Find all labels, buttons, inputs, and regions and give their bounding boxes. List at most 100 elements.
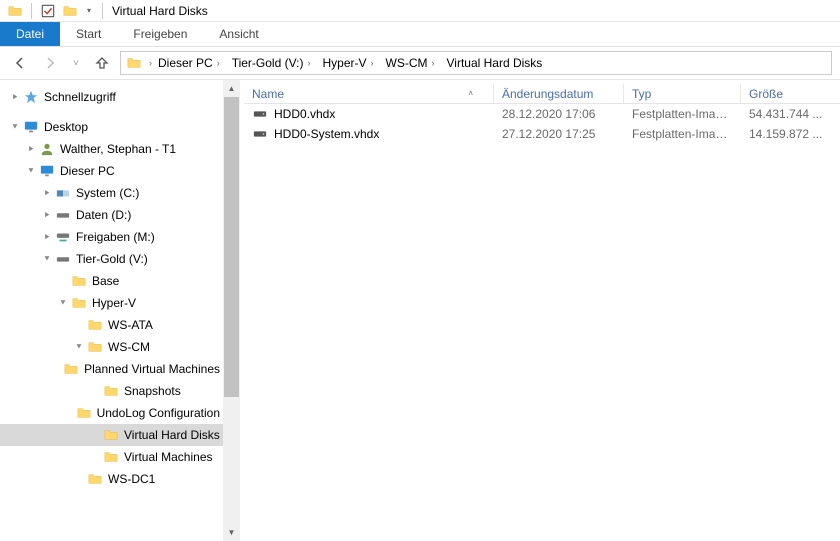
expander-icon[interactable]: ⯆ (40, 252, 54, 266)
user-icon (39, 141, 55, 157)
column-name[interactable]: Name ˄ (244, 84, 494, 103)
tree-folder-base[interactable]: ⯈ Base (0, 270, 240, 292)
tree-label: Virtual Machines (124, 450, 213, 464)
expander-icon[interactable]: ⯈ (40, 230, 54, 244)
tree-folder-undolog[interactable]: ⯈ UndoLog Configuration (0, 402, 240, 424)
crumb-label: WS-CM (386, 56, 428, 70)
list-pane: Name ˄ Änderungsdatum Typ Größe HDD0.vhd… (240, 80, 840, 541)
tab-start[interactable]: Start (60, 22, 117, 46)
crumb-vhd[interactable]: Virtual Hard Disks (443, 52, 549, 74)
chevron-right-icon[interactable]: › (428, 58, 437, 68)
crumb-drive[interactable]: Tier-Gold (V:)› (228, 52, 319, 74)
file-row[interactable]: HDD0.vhdx 28.12.2020 17:06 Festplatten-I… (244, 104, 840, 124)
column-type[interactable]: Typ (624, 84, 741, 103)
tree-folder-wsdc1[interactable]: ⯈ WS-DC1 (0, 468, 240, 490)
qat-dropdown-icon[interactable]: ▾ (84, 3, 94, 19)
expander-icon[interactable]: ⯆ (24, 164, 38, 178)
separator (102, 3, 103, 19)
folder-icon (87, 317, 103, 333)
expander-icon[interactable]: ⯆ (56, 296, 70, 310)
qat-properties-icon[interactable] (40, 3, 56, 19)
tree-folder-hyperv[interactable]: ⯆ Hyper-V (0, 292, 240, 314)
crumb-hyperv[interactable]: Hyper-V› (318, 52, 381, 74)
folder-icon (87, 471, 103, 487)
chevron-right-icon[interactable]: › (367, 58, 376, 68)
sort-asc-icon: ˄ (468, 89, 473, 98)
crumb-label: Virtual Hard Disks (447, 56, 543, 70)
scroll-track[interactable] (223, 97, 240, 524)
tree-label: Dieser PC (60, 164, 115, 178)
tree-label: Daten (D:) (76, 208, 131, 222)
list-header: Name ˄ Änderungsdatum Typ Größe (244, 80, 840, 104)
address-bar[interactable]: › Dieser PC› Tier-Gold (V:)› Hyper-V› WS… (120, 51, 832, 75)
tree-folder-planned[interactable]: ⯈ Planned Virtual Machines (0, 358, 240, 380)
tree-user[interactable]: ⯈ Walther, Stephan - T1 (0, 138, 240, 160)
tree-folder-wscm[interactable]: ⯆ WS-CM (0, 336, 240, 358)
crumb-label: Hyper-V (322, 56, 366, 70)
chevron-right-icon[interactable]: › (145, 58, 154, 68)
folder-icon (63, 361, 79, 377)
crumb-wscm[interactable]: WS-CM› (382, 52, 443, 74)
folder-icon (71, 295, 87, 311)
drive-icon (55, 185, 71, 201)
scroll-thumb[interactable] (224, 97, 239, 397)
network-drive-icon (55, 229, 71, 245)
expander-icon[interactable]: ⯈ (40, 186, 54, 200)
expander-icon[interactable]: ⯈ (24, 142, 38, 156)
vhdx-icon (252, 126, 268, 142)
file-date: 28.12.2020 17:06 (494, 107, 624, 121)
tree-thispc[interactable]: ⯆ Dieser PC (0, 160, 240, 182)
monitor-icon (23, 119, 39, 135)
star-icon (23, 89, 39, 105)
tree-drive-system[interactable]: ⯈ System (C:) (0, 182, 240, 204)
tab-share[interactable]: Freigeben (117, 22, 203, 46)
column-size[interactable]: Größe (741, 84, 840, 103)
column-label: Größe (749, 87, 783, 101)
separator (31, 3, 32, 19)
tree-label: UndoLog Configuration (97, 406, 220, 420)
crumb-label: Dieser PC (158, 56, 213, 70)
folder-icon (76, 405, 92, 421)
scroll-down-icon[interactable]: ▼ (223, 524, 240, 541)
tree-drive-daten[interactable]: ⯈ Daten (D:) (0, 204, 240, 226)
tree-label: Base (92, 274, 119, 288)
file-type: Festplatten-Image... (624, 127, 741, 141)
tab-file[interactable]: Datei (0, 22, 60, 46)
tree-desktop[interactable]: ⯆ Desktop (0, 116, 240, 138)
forward-button[interactable] (38, 51, 62, 75)
back-button[interactable] (8, 51, 32, 75)
recent-locations-dropdown[interactable]: ˅ (68, 51, 84, 75)
file-date: 27.12.2020 17:25 (494, 127, 624, 141)
navpane-scrollbar[interactable]: ▲ ▼ (223, 80, 240, 541)
crumb-label: Tier-Gold (V:) (232, 56, 304, 70)
tree-quickaccess[interactable]: ⯈ Schnellzugriff (0, 86, 240, 108)
file-size: 54.431.744 ... (741, 107, 840, 121)
tree-folder-vhd[interactable]: ⯈ Virtual Hard Disks (0, 424, 240, 446)
scroll-up-icon[interactable]: ▲ (223, 80, 240, 97)
column-date[interactable]: Änderungsdatum (494, 84, 624, 103)
tree-drive-tiergold[interactable]: ⯆ Tier-Gold (V:) (0, 248, 240, 270)
folder-icon (87, 339, 103, 355)
file-list: HDD0.vhdx 28.12.2020 17:06 Festplatten-I… (244, 104, 840, 144)
tree-label: WS-ATA (108, 318, 153, 332)
crumb-thispc[interactable]: Dieser PC› (154, 52, 228, 74)
tree-label: Snapshots (124, 384, 181, 398)
expander-icon[interactable]: ⯈ (8, 90, 22, 104)
file-row[interactable]: HDD0-System.vhdx 27.12.2020 17:25 Festpl… (244, 124, 840, 144)
tree-folder-snapshots[interactable]: ⯈ Snapshots (0, 380, 240, 402)
app-icon (7, 3, 23, 19)
expander-icon[interactable]: ⯆ (8, 120, 22, 134)
up-button[interactable] (90, 51, 114, 75)
folder-icon (103, 449, 119, 465)
tree-folder-wsata[interactable]: ⯈ WS-ATA (0, 314, 240, 336)
qat-folder-icon[interactable] (62, 3, 78, 19)
tab-view[interactable]: Ansicht (203, 22, 274, 46)
folder-icon (71, 273, 87, 289)
expander-icon[interactable]: ⯈ (40, 208, 54, 222)
chevron-right-icon[interactable]: › (303, 58, 312, 68)
chevron-right-icon[interactable]: › (213, 58, 222, 68)
ribbon: Datei Start Freigeben Ansicht (0, 22, 840, 47)
tree-drive-freigaben[interactable]: ⯈ Freigaben (M:) (0, 226, 240, 248)
tree-folder-virtualmachines[interactable]: ⯈ Virtual Machines (0, 446, 240, 468)
expander-icon[interactable]: ⯆ (72, 340, 86, 354)
